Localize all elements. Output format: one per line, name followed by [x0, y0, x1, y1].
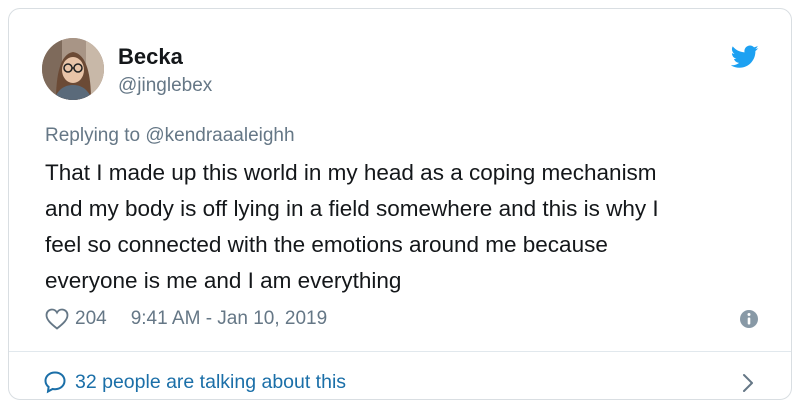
avatar[interactable]: [42, 38, 104, 100]
tweet-card: Becka @jinglebex Replying to @kendraaale…: [8, 8, 792, 400]
replying-to: Replying to @kendraaaleighh: [45, 125, 295, 147]
like-count[interactable]: 204: [75, 308, 107, 330]
mention-link[interactable]: @kendraaaleighh: [145, 125, 294, 146]
conversation-link[interactable]: 32 people are talking about this: [43, 367, 346, 397]
author-name[interactable]: Becka: [118, 44, 183, 70]
info-icon[interactable]: [739, 309, 759, 329]
replying-label: Replying to: [45, 125, 146, 146]
chevron-right-icon[interactable]: [741, 373, 755, 393]
tweet-text: That I made up this world in my head as …: [45, 160, 659, 293]
timestamp[interactable]: 9:41 AM - Jan 10, 2019: [131, 308, 327, 330]
author-handle[interactable]: @jinglebex: [118, 75, 212, 97]
divider: [9, 351, 791, 352]
heart-icon[interactable]: [45, 308, 69, 330]
comment-bubble-icon: [44, 371, 66, 394]
conversation-label: 32 people are talking about this: [75, 370, 347, 393]
tweet-meta: 204 9:41 AM - Jan 10, 2019: [45, 305, 327, 333]
twitter-bird-icon[interactable]: [731, 45, 759, 69]
